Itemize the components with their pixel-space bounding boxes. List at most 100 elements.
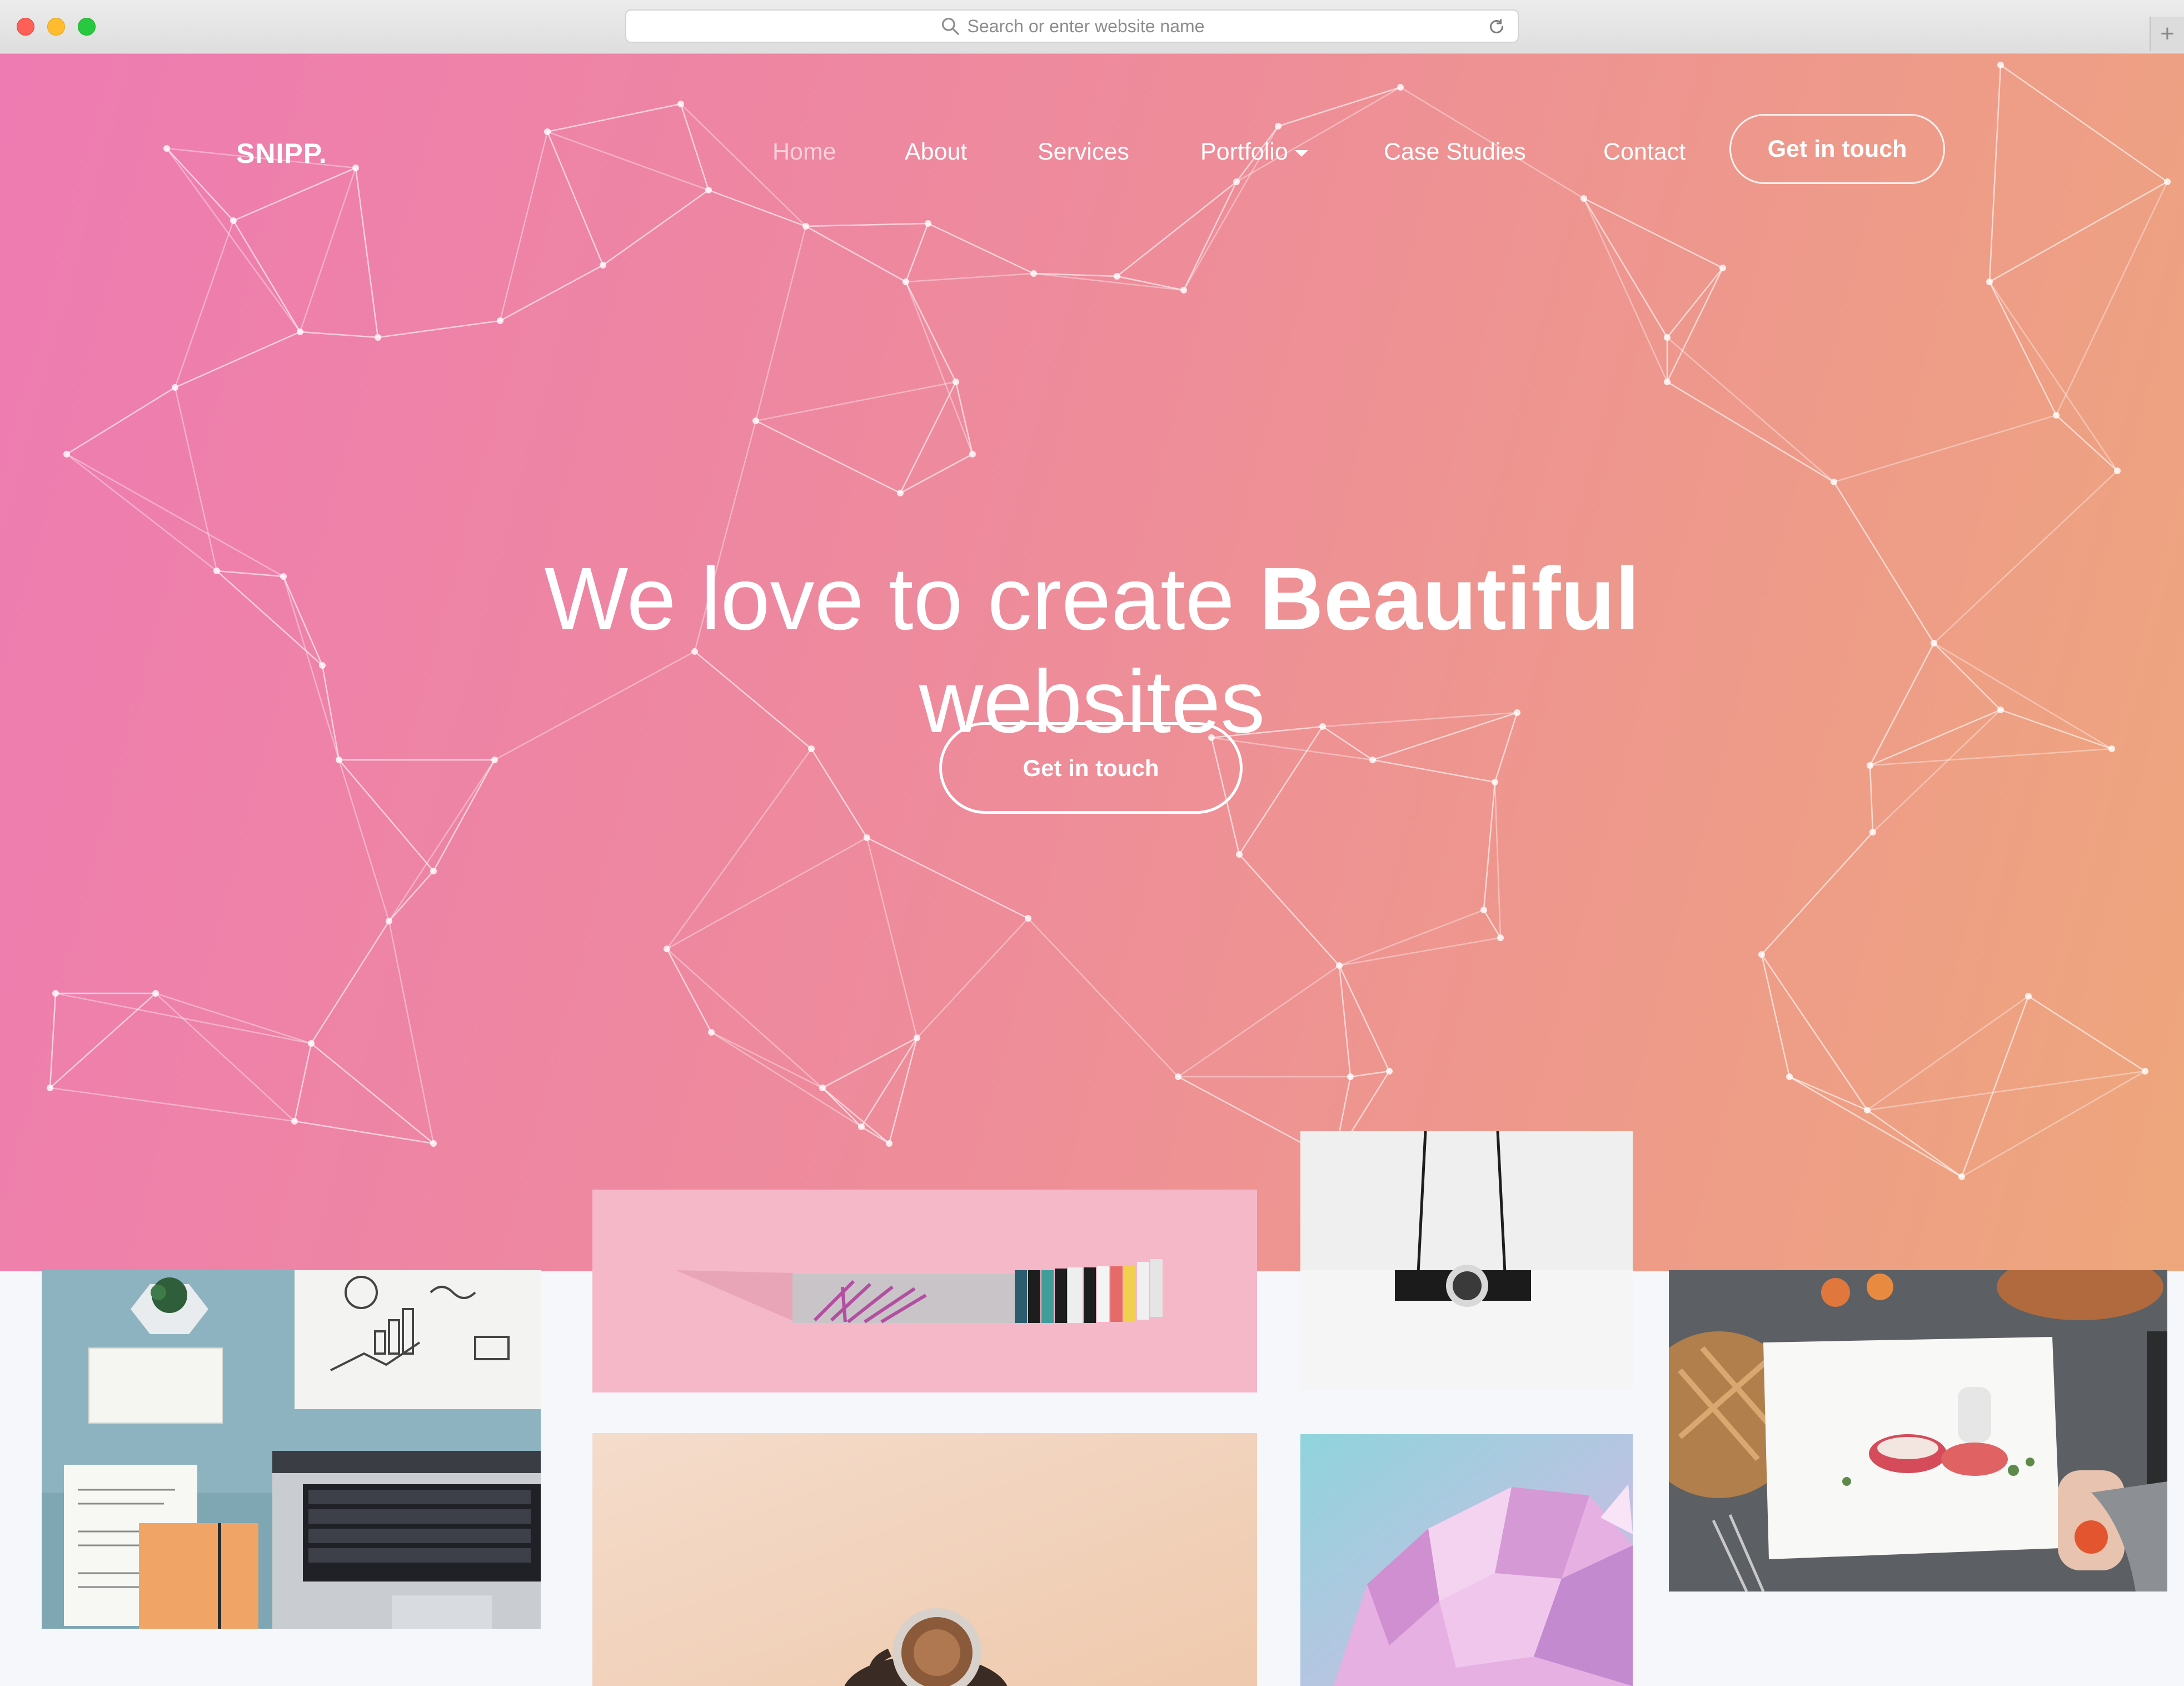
nav-item-case-studies[interactable]: Case Studies	[1384, 138, 1526, 166]
network-node	[497, 317, 503, 324]
network-line	[822, 1037, 918, 1089]
close-window-button[interactable]	[17, 18, 34, 36]
network-node	[2114, 467, 2121, 474]
network-node	[1786, 1073, 1793, 1080]
network-node	[1025, 915, 1031, 922]
network-line	[388, 921, 435, 1144]
network-line	[155, 992, 312, 1045]
network-line	[232, 220, 301, 332]
network-line	[1583, 198, 1668, 382]
network-line	[666, 837, 867, 950]
main-navigation: Home About Services Portfolio Case Studi…	[0, 54, 2184, 221]
network-node	[297, 329, 303, 335]
network-node	[1369, 757, 1376, 763]
network-node	[1180, 287, 1187, 294]
network-line	[666, 948, 712, 1033]
network-line	[1988, 281, 2057, 416]
network-line	[900, 453, 973, 494]
nav-item-about[interactable]: About	[905, 138, 967, 166]
network-node	[1480, 907, 1487, 913]
hero-section: SNIPP. Home About Services Portfolio Cas…	[0, 54, 2184, 1271]
network-node	[52, 990, 59, 997]
network-node	[1114, 273, 1120, 280]
address-bar-placeholder: Search or enter website name	[967, 16, 1205, 36]
nav-item-portfolio-label: Portfolio	[1200, 138, 1288, 165]
reload-icon[interactable]	[1487, 17, 1507, 37]
network-node	[819, 1085, 826, 1091]
network-node	[1719, 265, 1726, 271]
network-node	[864, 834, 870, 841]
network-line	[905, 272, 1034, 283]
network-line	[294, 1120, 434, 1145]
network-line	[1339, 909, 1484, 967]
network-node	[802, 223, 809, 230]
network-line	[1028, 918, 1179, 1077]
network-line	[866, 837, 918, 1038]
headline-light: We love to create	[544, 549, 1235, 649]
network-line	[155, 993, 295, 1122]
network-line	[174, 331, 301, 389]
hero-get-in-touch-button[interactable]: Get in touch	[939, 722, 1243, 814]
network-node	[1492, 779, 1498, 785]
network-line	[866, 837, 1029, 919]
address-bar[interactable]: Search or enter website name	[625, 9, 1519, 43]
coffee-cup-photo[interactable]	[592, 1433, 1257, 1686]
network-node	[63, 451, 70, 457]
new-tab-icon[interactable]: +	[2150, 17, 2184, 51]
network-line	[293, 1043, 312, 1122]
network-line	[432, 759, 496, 872]
network-line	[1867, 995, 2029, 1111]
network-node	[2053, 412, 2060, 419]
network-node	[600, 262, 606, 268]
network-line	[1667, 267, 1723, 338]
network-line	[49, 1087, 295, 1122]
network-line	[755, 420, 901, 494]
nav-item-contact[interactable]: Contact	[1603, 138, 1686, 166]
network-line	[338, 759, 390, 922]
pink-crystal-photo[interactable]	[1300, 1434, 1633, 1686]
network-line	[899, 381, 957, 494]
network-line	[1372, 759, 1495, 783]
network-line	[1339, 937, 1501, 967]
network-line	[928, 222, 1034, 275]
network-line	[905, 281, 974, 455]
nav-item-portfolio[interactable]: Portfolio	[1200, 138, 1308, 166]
nav-item-home[interactable]: Home	[772, 138, 836, 166]
food-magazine-photo[interactable]	[1669, 1270, 2167, 1591]
network-node	[47, 1085, 53, 1091]
network-node	[664, 946, 670, 952]
network-line	[174, 220, 235, 388]
network-line	[1761, 832, 1873, 955]
network-node	[291, 1118, 298, 1125]
network-line	[388, 871, 434, 922]
network-line	[1667, 381, 1834, 483]
network-node	[1175, 1073, 1181, 1080]
network-line	[1350, 1070, 1390, 1078]
workspace-laptop-photo[interactable]	[42, 1270, 541, 1629]
network-line	[300, 331, 378, 339]
network-line	[1178, 964, 1340, 1078]
network-line	[311, 1043, 434, 1144]
network-line	[1338, 965, 1352, 1077]
zoom-window-button[interactable]	[78, 18, 96, 36]
network-node	[1386, 1068, 1393, 1075]
network-line	[755, 226, 807, 421]
network-line	[861, 1126, 890, 1145]
network-line	[388, 759, 496, 922]
pink-books-photo[interactable]	[592, 1190, 1257, 1392]
network-node	[1347, 1073, 1354, 1080]
network-line	[805, 225, 906, 283]
network-line	[377, 320, 501, 339]
network-node	[969, 451, 976, 457]
network-node	[1030, 270, 1037, 277]
network-line	[1833, 414, 2057, 483]
nav-get-in-touch-button[interactable]: Get in touch	[1729, 114, 1945, 184]
network-node	[2142, 1068, 2148, 1075]
network-line	[1338, 965, 1390, 1072]
headline-bold: Beautiful	[1259, 549, 1640, 649]
hanging-camera-photo[interactable]	[1300, 1131, 1633, 1390]
minimize-window-button[interactable]	[47, 18, 65, 36]
network-node	[375, 334, 381, 341]
nav-item-services[interactable]: Services	[1038, 138, 1129, 166]
network-line	[822, 1087, 890, 1144]
